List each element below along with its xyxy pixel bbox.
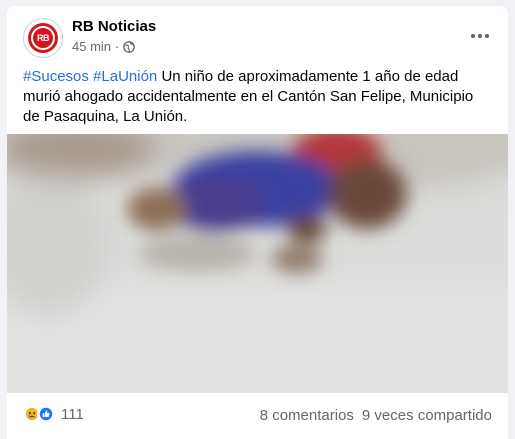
- globe-icon[interactable]: [123, 40, 136, 53]
- meta-separator: ·: [115, 39, 120, 54]
- hashtag-sucesos[interactable]: #Sucesos: [23, 68, 89, 85]
- post-meta: 45 min ·: [72, 39, 136, 54]
- like-reaction-icon: [37, 405, 55, 423]
- blurred-photo-image: [7, 134, 508, 393]
- more-horizontal-icon: [470, 33, 490, 39]
- comments-count-link[interactable]: 8 comentarios: [260, 407, 354, 424]
- post-photo[interactable]: [7, 134, 508, 393]
- page-logo-text: RB: [37, 33, 50, 43]
- post-footer: 111 8 comentarios 9 veces compartido: [7, 393, 508, 439]
- post-options-button[interactable]: [464, 20, 496, 52]
- shares-count-link[interactable]: 9 veces compartido: [362, 407, 492, 424]
- post-text: #Sucesos #LaUnión Un niño de aproximadam…: [23, 67, 493, 127]
- engagement-stats: 8 comentarios 9 veces compartido: [260, 407, 492, 424]
- page-avatar[interactable]: RB: [23, 18, 63, 58]
- page-name-link[interactable]: RB Noticias: [72, 18, 156, 35]
- post-header: RB RB Noticias 45 min ·: [7, 6, 508, 62]
- post-timestamp[interactable]: 45 min: [72, 39, 111, 54]
- page-logo: RB: [28, 23, 58, 53]
- post-body: Un niño de aproximadamente 1 año de edad…: [23, 68, 474, 125]
- reactions-summary[interactable]: 111: [23, 405, 84, 423]
- hashtag-launion[interactable]: #LaUnión: [93, 68, 157, 85]
- post-card: RB RB Noticias 45 min · #Sucesos #LaUnió…: [7, 6, 508, 439]
- reaction-count: 111: [61, 405, 84, 423]
